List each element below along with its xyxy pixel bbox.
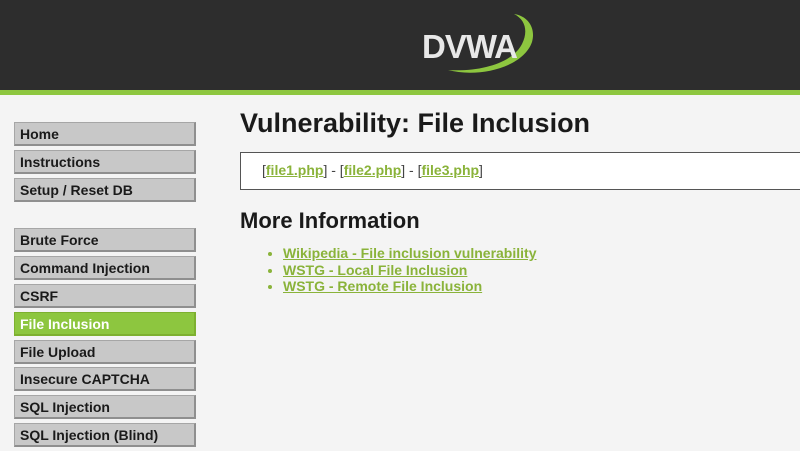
menu-item-setup-reset-db[interactable]: Setup / Reset DB <box>14 177 196 202</box>
menu-item-sql-injection[interactable]: SQL Injection <box>14 395 196 420</box>
wikipedia-file-inclusion-link[interactable]: Wikipedia - File inclusion vulnerability <box>283 245 536 261</box>
menu-item-command-injection[interactable]: Command Injection <box>14 256 196 281</box>
file2-link[interactable]: file2.php <box>344 162 402 178</box>
more-information-list: Wikipedia - File inclusion vulnerability… <box>240 245 536 296</box>
dvwa-logo[interactable]: DVWA <box>418 12 543 78</box>
separator: ] - [ <box>323 162 344 178</box>
menu-item-file-upload[interactable]: File Upload <box>14 339 196 364</box>
menu-item-instructions[interactable]: Instructions <box>14 149 196 174</box>
file-links-box: [file1.php] - [file2.php] - [file3.php] <box>240 152 800 190</box>
more-information-heading: More Information <box>240 208 420 233</box>
page-title: Vulnerability: File Inclusion <box>240 108 591 138</box>
logo-text: DVWA <box>422 28 518 65</box>
menu-item-brute-force[interactable]: Brute Force <box>14 228 196 253</box>
separator: ] - [ <box>401 162 422 178</box>
wstg-remote-file-inclusion-link[interactable]: WSTG - Remote File Inclusion <box>283 278 482 294</box>
list-item: Wikipedia - File inclusion vulnerability <box>283 245 536 262</box>
file3-link[interactable]: file3.php <box>421 162 479 178</box>
list-item: WSTG - Local File Inclusion <box>283 262 536 279</box>
menu-item-insecure-captcha[interactable]: Insecure CAPTCHA <box>14 367 196 392</box>
menu-item-csrf[interactable]: CSRF <box>14 283 196 308</box>
bracket-close: ] <box>479 162 483 178</box>
menu-item-home[interactable]: Home <box>14 122 196 146</box>
menu-item-sql-injection-blind[interactable]: SQL Injection (Blind) <box>14 422 196 447</box>
file1-link[interactable]: file1.php <box>266 162 324 178</box>
list-item: WSTG - Remote File Inclusion <box>283 278 536 295</box>
menu-group-vulnerabilities: Brute Force Command Injection CSRF File … <box>14 228 196 447</box>
sidebar-menu: Home Instructions Setup / Reset DB Brute… <box>14 122 196 451</box>
menu-divider <box>14 205 196 228</box>
page-header: DVWA <box>0 0 800 95</box>
menu-item-file-inclusion[interactable]: File Inclusion <box>14 311 196 336</box>
menu-group-general: Home Instructions Setup / Reset DB <box>14 122 196 202</box>
main-content: Vulnerability: File Inclusion [file1.php… <box>240 108 800 294</box>
wstg-local-file-inclusion-link[interactable]: WSTG - Local File Inclusion <box>283 262 467 278</box>
